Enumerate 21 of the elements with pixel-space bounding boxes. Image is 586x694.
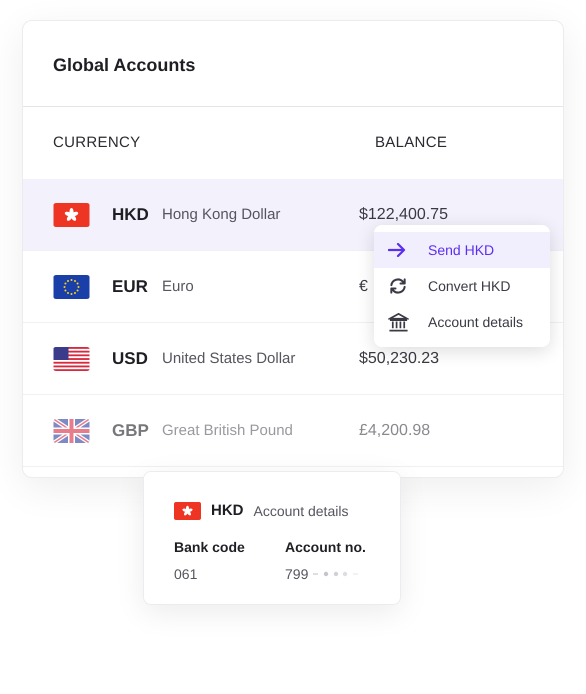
column-header: BALANCE xyxy=(375,132,448,153)
field-label: Bank code xyxy=(174,538,246,556)
field-value: 799 xyxy=(285,564,308,584)
card-title: Global Accounts xyxy=(53,54,196,77)
balance: € xyxy=(359,276,368,296)
currency-code: HKD xyxy=(211,501,244,521)
currency-name: Euro xyxy=(162,277,195,298)
currency-name: Hong Kong Dollar xyxy=(162,205,282,226)
currency-name: United States Dollar xyxy=(162,349,296,370)
currency-name: Great British Pound xyxy=(162,421,294,442)
details-title: Account details xyxy=(254,502,348,521)
field-label: Account no. xyxy=(285,538,366,556)
currency-code: GBP xyxy=(112,420,150,442)
currency-code: EUR xyxy=(112,276,149,298)
balance: $122,400.75 xyxy=(359,204,448,224)
balance: $50,230.23 xyxy=(359,348,440,368)
field-value: 061 xyxy=(174,564,198,584)
currency-code: HKD xyxy=(112,204,150,226)
currency-code: USD xyxy=(112,348,149,370)
column-header: CURRENCY xyxy=(53,132,142,153)
balance: £4,200.98 xyxy=(359,420,430,440)
